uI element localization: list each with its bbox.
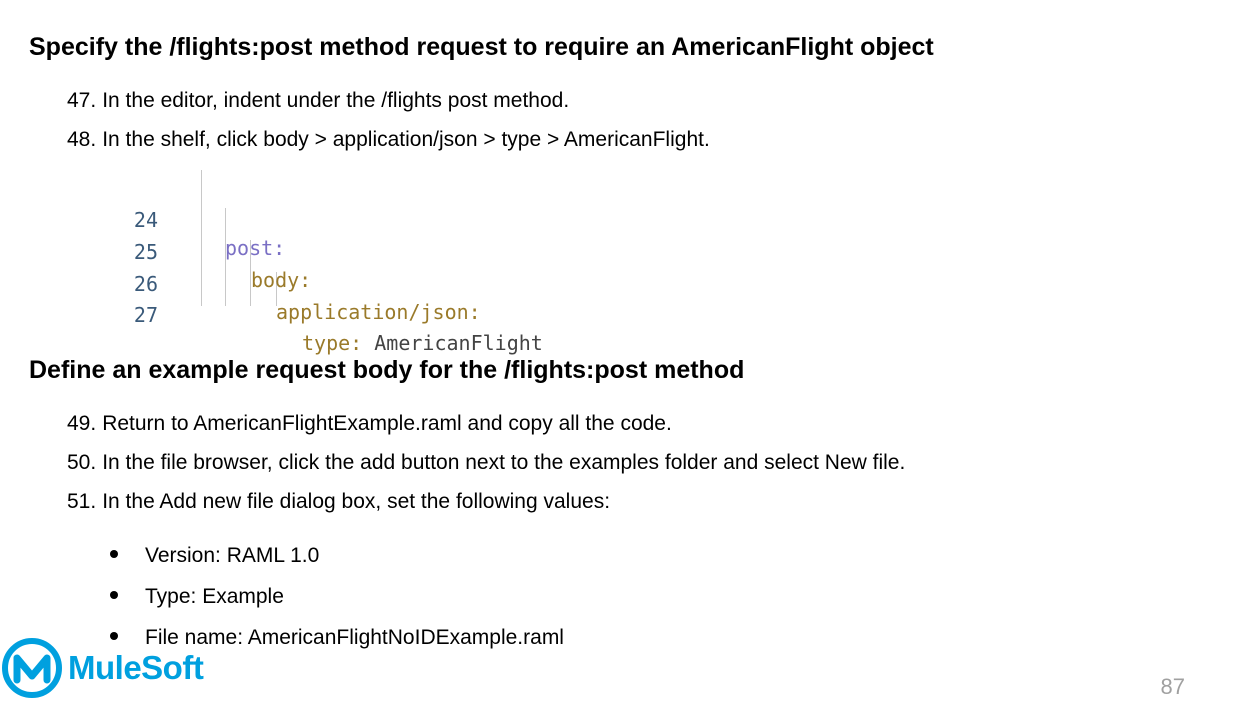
step-48: 48. In the shelf, click body > applicatio… [67, 127, 710, 153]
step-number: 49. [67, 412, 97, 435]
code-line-24: 24 post: [110, 178, 580, 260]
step-number: 50. [67, 451, 97, 474]
mulesoft-logo: MuleSoft [0, 636, 204, 700]
step-text: In the Add new file dialog box, set the … [102, 490, 611, 513]
bullet-text: File name: AmericanFlightNoIDExample.ram… [145, 626, 564, 649]
step-number: 48. [67, 128, 97, 151]
step-text: In the editor, indent under the /flights… [102, 89, 570, 112]
step-51: 51. In the Add new file dialog box, set t… [67, 489, 610, 515]
code-line-27: 27 type: AmericanFlight [110, 273, 580, 355]
section-heading-request-type: Specify the /flights:post method request… [29, 33, 934, 61]
bullet-text: Version: RAML 1.0 [145, 544, 320, 567]
logo-text: MuleSoft [68, 649, 204, 686]
step-text: Return to AmericanFlightExample.raml and… [102, 412, 672, 435]
step-number: 47. [67, 89, 97, 112]
step-text: In the file browser, click the add butto… [102, 451, 906, 474]
bullet-item: Type: Example [110, 584, 284, 610]
bullet-text: Type: Example [145, 585, 284, 608]
page-number: 87 [1160, 674, 1185, 699]
bullet-icon [110, 591, 118, 600]
step-49: 49. Return to AmericanFlightExample.raml … [67, 411, 672, 437]
step-47: 47. In the editor, indent under the /flig… [67, 88, 569, 114]
code-key: type: [302, 331, 363, 355]
code-snippet: 24 post: 25 body: 26 application/json: 2… [110, 170, 580, 355]
step-number: 51. [67, 490, 97, 513]
code-line-26: 26 application/json: [110, 242, 580, 324]
mulesoft-m-icon [2, 638, 62, 698]
step-50: 50. In the file browser, click the add bu… [67, 450, 905, 476]
code-line-25: 25 body: [110, 210, 580, 292]
bullet-icon [110, 550, 118, 559]
bullet-item: Version: RAML 1.0 [110, 543, 319, 569]
step-text: In the shelf, click body > application/j… [102, 128, 710, 151]
line-number: 27 [133, 303, 158, 327]
code-key: application/json: [276, 300, 481, 324]
code-value: AmericanFlight [362, 331, 543, 355]
section-heading-example-body: Define an example request body for the /… [29, 356, 745, 384]
